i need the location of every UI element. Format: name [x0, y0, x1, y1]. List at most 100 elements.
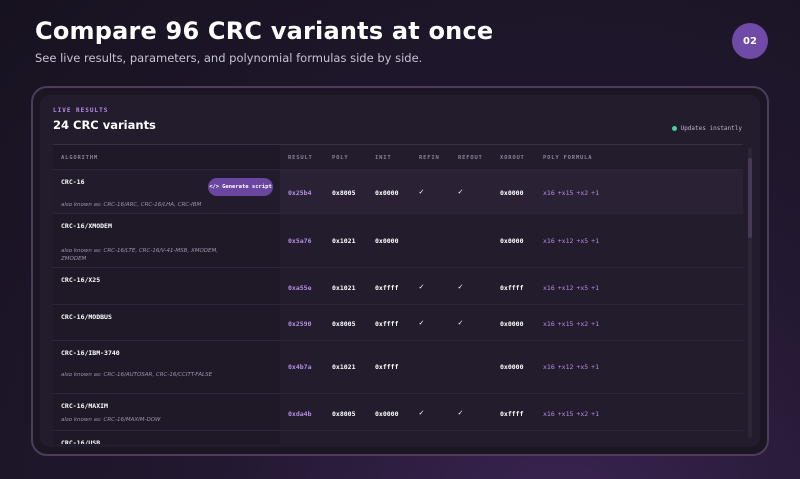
- col-algorithm: ALGORITHM: [61, 155, 99, 161]
- table-row[interactable]: CRC-16 also known as: CRC-16/ARC, CRC-16/…: [53, 169, 743, 213]
- algorithm-cell: CRC-16 also known as: CRC-16/ARC, CRC-16/…: [53, 170, 280, 213]
- poly-formula: x16 +x12 +x5 +1: [543, 237, 602, 245]
- init-value: 0x0000: [375, 410, 399, 418]
- updates-indicator: Updates instantly: [671, 125, 742, 132]
- formula-term: +x12: [557, 363, 574, 371]
- algorithm-name: CRC-16/X25: [61, 276, 101, 284]
- col-poly: POLY: [332, 155, 349, 161]
- algorithm-name: CRC-16/MAXIM: [61, 402, 108, 410]
- formula-term: x16: [543, 237, 555, 245]
- refout-value: ✓: [458, 318, 463, 327]
- algorithm-aliases: also known as: CRC-16/AUTOSAR, CRC-16/CC…: [61, 372, 213, 378]
- col-refin: REFIN: [419, 155, 440, 161]
- col-result: RESULT: [288, 155, 313, 161]
- algorithm-name: CRC-16: [61, 178, 85, 186]
- code-icon: </>: [209, 184, 220, 190]
- formula-term: x16: [543, 320, 555, 328]
- algorithm-name: CRC-16/XMODEM: [61, 222, 112, 230]
- device-frame: LIVE RESULTS 24 CRC variants Updates ins…: [31, 86, 769, 456]
- formula-term: +1: [591, 363, 599, 371]
- formula-term: +1: [591, 237, 599, 245]
- algorithm-name: CRC-16/MODBUS: [61, 313, 112, 321]
- init-value: 0xffff: [375, 284, 399, 292]
- table-row[interactable]: CRC-16/XMODEM also known as: CRC-16/LTE, …: [53, 213, 743, 267]
- formula-term: +x15: [557, 320, 574, 328]
- formula-term: +x12: [557, 237, 574, 245]
- refin-value: ✓: [419, 187, 424, 196]
- xorout-value: 0xffff: [500, 410, 524, 418]
- refin-value: ✓: [419, 282, 424, 291]
- poly-formula: x16 +x12 +x5 +1: [543, 363, 602, 371]
- algorithm-name: CRC-16/IBM-3740: [61, 349, 120, 357]
- xorout-value: 0x0000: [500, 189, 524, 197]
- formula-term: +x15: [557, 189, 574, 197]
- xorout-value: 0x0000: [500, 320, 524, 328]
- result-value: 0x4b7a: [288, 363, 312, 371]
- table-row[interactable]: CRC-16/IBM-3740 also known as: CRC-16/AUT…: [53, 340, 743, 393]
- poly-formula: x16 +x15 +x2 +1: [543, 320, 602, 328]
- table-row[interactable]: CRC-16/USB0xda6f0x80050xffff✓✓0xffffx16+…: [53, 430, 743, 444]
- formula-term: x16: [543, 363, 555, 371]
- results-panel: LIVE RESULTS 24 CRC variants Updates ins…: [40, 95, 760, 447]
- refin-value: ✓: [419, 408, 424, 417]
- init-value: 0x0000: [375, 189, 399, 197]
- col-xorout: XOROUT: [500, 155, 525, 161]
- results-table: ALGORITHM RESULT POLY INIT REFIN REFOUT …: [53, 144, 743, 444]
- generate-script-label: Generate script: [222, 184, 272, 190]
- init-value: 0xffff: [375, 320, 399, 328]
- poly-value: 0x1021: [332, 237, 356, 245]
- hero-subtitle: See live results, parameters, and polyno…: [35, 51, 423, 65]
- algorithm-cell: CRC-16/MODBUS: [53, 305, 280, 340]
- refout-value: ✓: [458, 408, 463, 417]
- formula-term: +1: [591, 320, 599, 328]
- formula-term: +1: [591, 284, 599, 292]
- scrollbar-thumb[interactable]: [748, 158, 752, 238]
- result-value: 0x5a76: [288, 237, 312, 245]
- poly-value: 0x8005: [332, 189, 356, 197]
- formula-term: x16: [543, 189, 555, 197]
- result-value: 0xa55e: [288, 284, 312, 292]
- algorithm-aliases: also known as: CRC-16/MAXIM-DOW: [61, 417, 161, 423]
- poly-formula: x16 +x12 +x5 +1: [543, 284, 602, 292]
- page-number-badge: 02: [732, 23, 768, 59]
- formula-term: +x2: [576, 320, 589, 328]
- table-scrollbar[interactable]: [748, 148, 752, 438]
- refout-value: ✓: [458, 443, 463, 444]
- xorout-value: 0x0000: [500, 363, 524, 371]
- algorithm-cell: CRC-16/X25: [53, 268, 280, 304]
- algorithm-cell: CRC-16/IBM-3740 also known as: CRC-16/AUT…: [53, 341, 280, 393]
- status-dot-icon: [671, 126, 677, 131]
- formula-term: +1: [591, 410, 599, 418]
- table-row[interactable]: CRC-16/MODBUS 0x2590 0x8005 0xffff ✓ ✓ 0x0000 x…: [53, 304, 743, 340]
- formula-term: x16: [543, 410, 555, 418]
- col-init: INIT: [375, 155, 392, 161]
- formula-term: +x5: [576, 284, 589, 292]
- formula-term: +x15: [557, 410, 574, 418]
- algorithm-cell: CRC-16/USB: [53, 431, 280, 444]
- init-value: 0x0000: [375, 237, 399, 245]
- init-value: 0xffff: [375, 363, 399, 371]
- table-row[interactable]: CRC-16/MAXIM also known as: CRC-16/MAXIM-…: [53, 393, 743, 430]
- algorithm-cell: CRC-16/MAXIM also known as: CRC-16/MAXIM-…: [53, 394, 280, 430]
- result-value: 0x25b4: [288, 189, 312, 197]
- formula-term: +x12: [557, 284, 574, 292]
- formula-term: x16: [543, 284, 555, 292]
- panel-title: 24 CRC variants: [53, 118, 156, 132]
- poly-value: 0x1021: [332, 284, 356, 292]
- col-poly-formula: POLY FORMULA: [543, 155, 593, 161]
- formula-term: +x5: [576, 237, 589, 245]
- col-refout: REFOUT: [458, 155, 483, 161]
- poly-value: 0x8005: [332, 410, 356, 418]
- poly-formula: x16 +x15 +x2 +1: [543, 410, 602, 418]
- updates-text: Updates instantly: [680, 125, 742, 132]
- formula-term: +x2: [576, 410, 589, 418]
- algorithm-aliases: also known as: CRC-16/LTE, CRC-16/V-41-M…: [61, 248, 218, 262]
- table-row[interactable]: CRC-16/X25 0xa55e 0x1021 0xffff ✓ ✓ 0xffff x16 +…: [53, 267, 743, 304]
- xorout-value: 0xffff: [500, 284, 524, 292]
- table-header: ALGORITHM RESULT POLY INIT REFIN REFOUT …: [53, 145, 743, 169]
- algorithm-name: CRC-16/USB: [61, 439, 101, 444]
- refin-value: ✓: [419, 443, 424, 444]
- refin-value: ✓: [419, 318, 424, 327]
- algorithm-aliases: also known as: CRC-16/ARC, CRC-16/LHA, C…: [61, 202, 202, 208]
- generate-script-button[interactable]: </> Generate script: [208, 178, 273, 196]
